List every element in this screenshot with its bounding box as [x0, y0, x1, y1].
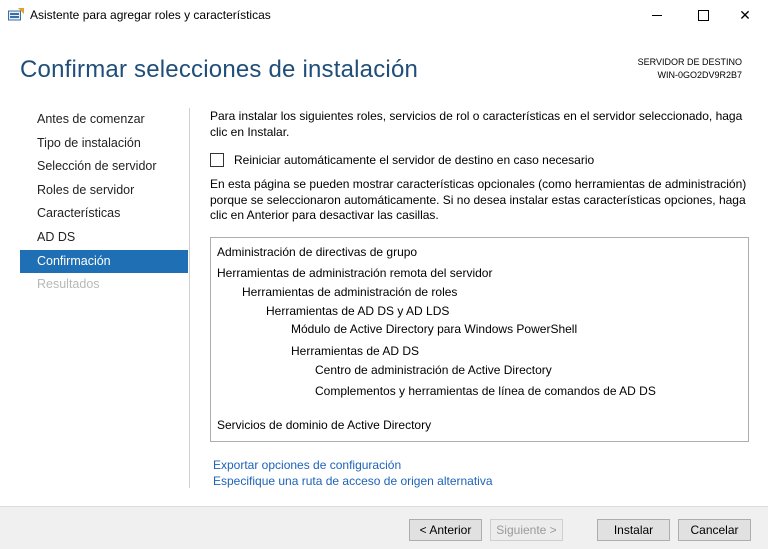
page-title: Confirmar selecciones de instalación: [20, 56, 419, 83]
list-item: Servicios de dominio de Active Directory: [217, 418, 432, 432]
previous-button[interactable]: < Anterior: [409, 519, 482, 541]
list-item: Módulo de Active Directory para Windows …: [291, 322, 578, 336]
minimize-button[interactable]: [634, 0, 680, 30]
maximize-icon: [697, 9, 709, 21]
maximize-button[interactable]: [680, 0, 726, 30]
list-item: Centro de administración de Active Direc…: [315, 363, 552, 377]
list-item: Administración de directivas de grupo: [217, 245, 418, 259]
close-icon: ✕: [739, 6, 751, 23]
list-item: Herramientas de AD DS y AD LDS: [266, 304, 450, 318]
wizard-footer: < Anterior Siguiente > Instalar Cancelar: [0, 506, 768, 549]
destination-server: SERVIDOR DE DESTINO WIN-0GO2DV9R2B7: [638, 56, 742, 82]
restart-checkbox[interactable]: [210, 153, 224, 167]
restart-option[interactable]: Reiniciar automáticamente el servidor de…: [210, 153, 594, 167]
export-settings-link[interactable]: Exportar opciones de configuración: [213, 458, 493, 474]
cancel-button[interactable]: Cancelar: [678, 519, 751, 541]
selection-list[interactable]: Administración de directivas de grupo He…: [210, 237, 749, 442]
list-item: Herramientas de administración remota de…: [217, 266, 493, 280]
destination-server-name: WIN-0GO2DV9R2B7: [657, 70, 742, 80]
nav-item-antes-de-comenzar[interactable]: Antes de comenzar: [20, 108, 188, 132]
minimize-icon: [652, 14, 662, 16]
alternate-source-link[interactable]: Especifique una ruta de acceso de origen…: [213, 474, 493, 490]
nav-item-seleccion-de-servidor[interactable]: Selección de servidor: [20, 155, 188, 179]
list-item: Complementos y herramientas de línea de …: [315, 384, 656, 398]
next-button: Siguiente >: [490, 519, 563, 541]
intro-text: Para instalar los siguientes roles, serv…: [210, 109, 743, 139]
title-bar: Asistente para agregar roles y caracterí…: [0, 0, 768, 30]
destination-server-label: SERVIDOR DE DESTINO: [637, 57, 742, 67]
info-text: En esta página se pueden mostrar caracte…: [210, 177, 747, 222]
close-button[interactable]: ✕: [722, 0, 768, 30]
list-item: Herramientas de administración de roles: [242, 285, 458, 299]
nav-divider: [189, 108, 190, 488]
nav-item-tipo-de-instalacion[interactable]: Tipo de instalación: [20, 132, 188, 156]
nav-item-roles-de-servidor[interactable]: Roles de servidor: [20, 179, 188, 203]
nav-item-resultados: Resultados: [37, 277, 100, 292]
restart-checkbox-label: Reiniciar automáticamente el servidor de…: [234, 153, 595, 167]
list-item: Herramientas de AD DS: [291, 344, 420, 358]
nav-item-caracteristicas[interactable]: Características: [20, 202, 188, 226]
install-button[interactable]: Instalar: [597, 519, 670, 541]
nav-item-confirmacion[interactable]: Confirmación: [20, 249, 188, 274]
wizard-nav: Antes de comenzar Tipo de instalación Se…: [20, 108, 188, 297]
window-title: Asistente para agregar roles y caracterí…: [30, 8, 271, 22]
nav-item-ad-ds[interactable]: AD DS: [20, 226, 188, 250]
links-area: Exportar opciones de configuración Espec…: [213, 458, 493, 489]
server-manager-icon: [8, 8, 24, 21]
